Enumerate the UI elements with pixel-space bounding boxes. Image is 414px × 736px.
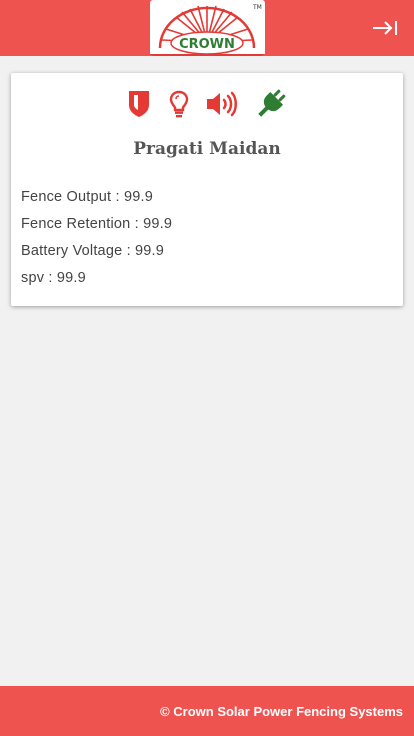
logo-trademark: TM (252, 4, 262, 11)
collapse-right-icon (373, 21, 397, 35)
copyright-text: © Crown Solar Power Fencing Systems (160, 703, 403, 719)
power-status-button[interactable] (254, 87, 288, 121)
power-plug-icon (258, 89, 286, 117)
lightbulb-icon (169, 90, 189, 118)
speaker-icon (207, 91, 237, 117)
shield-status-button[interactable] (127, 87, 151, 121)
sidebar-toggle-button[interactable] (370, 14, 400, 42)
device-card: Pragati Maidan Fence Output : 99.9 Fence… (11, 73, 403, 306)
reading-label: spv : (21, 270, 57, 286)
shield-icon (129, 91, 149, 117)
status-icons-row (11, 87, 403, 121)
fence-output-reading: Fence Output : 99.9 (21, 186, 391, 213)
reading-value: 99.9 (56, 270, 86, 286)
fence-retention-reading: Fence Retention : 99.9 (21, 213, 391, 240)
crown-logo-graphic: CROWN TM (150, 4, 265, 56)
app-footer: © Crown Solar Power Fencing Systems (0, 686, 414, 736)
reading-value: 99.9 (143, 216, 173, 232)
reading-value: 99.9 (123, 189, 153, 205)
app-header: CROWN TM (0, 0, 414, 56)
location-title: Pragati Maidan (133, 139, 281, 159)
reading-label: Fence Retention : (21, 216, 144, 232)
siren-status-button[interactable] (205, 87, 239, 121)
logo-wordmark: CROWN (179, 37, 235, 52)
reading-label: Battery Voltage : (21, 243, 136, 259)
battery-voltage-reading: Battery Voltage : 99.9 (21, 240, 391, 267)
spv-reading: spv : 99.9 (21, 267, 391, 294)
reading-label: Fence Output : (21, 189, 124, 205)
lamp-status-button[interactable] (167, 87, 191, 121)
reading-value: 99.9 (135, 243, 165, 259)
readings-list: Fence Output : 99.9 Fence Retention : 99… (21, 186, 391, 294)
crown-logo[interactable]: CROWN TM (150, 0, 265, 56)
